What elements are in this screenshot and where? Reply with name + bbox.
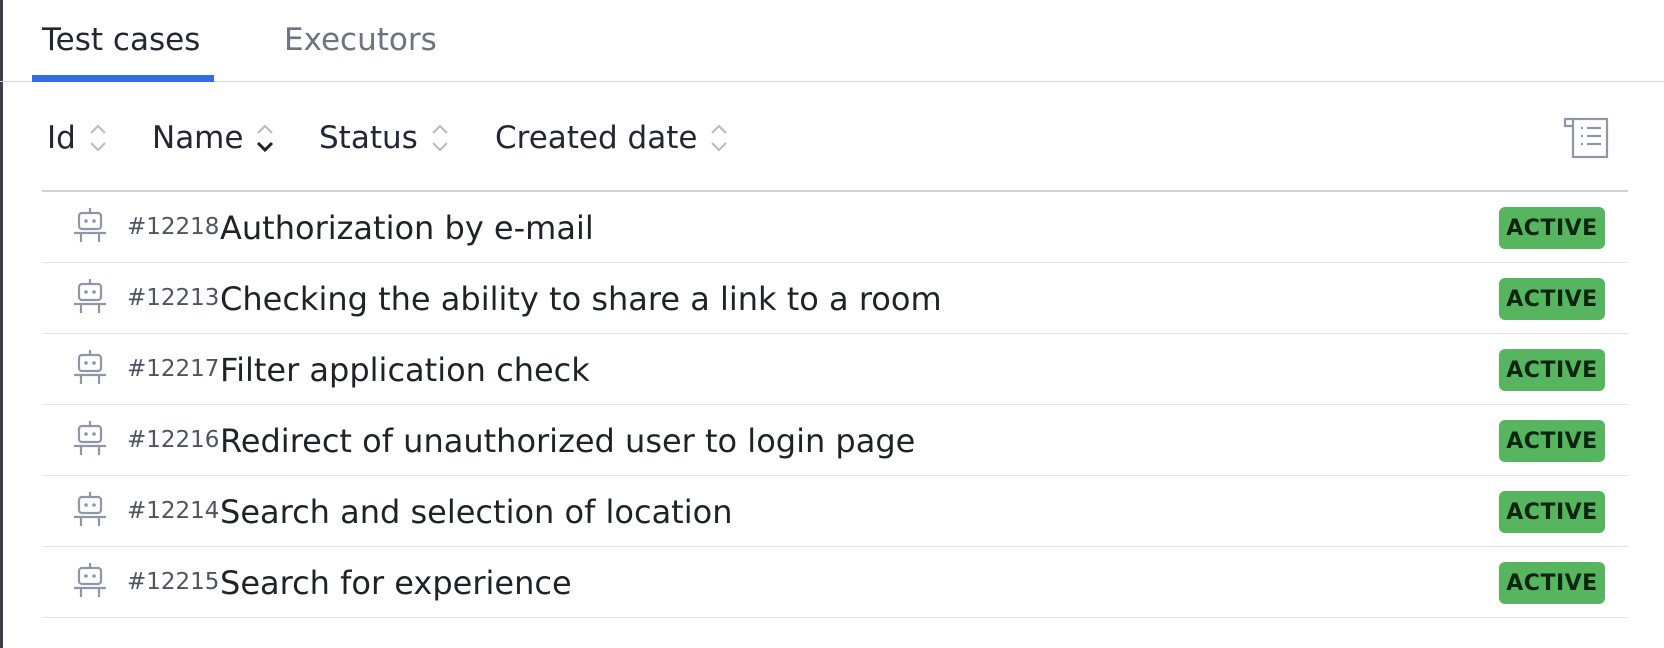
- table-row[interactable]: #12218 Authorization by e-mail ACTIVE: [42, 192, 1628, 263]
- robot-icon: [74, 350, 106, 384]
- table-row[interactable]: #12216 Redirect of unauthorized user to …: [42, 405, 1628, 476]
- test-case-id: #12216: [127, 427, 220, 453]
- test-case-name[interactable]: Search for experience: [220, 564, 572, 602]
- column-label-name: Name: [152, 120, 244, 156]
- robot-icon: [74, 563, 106, 597]
- robot-icon: [74, 208, 106, 242]
- table-row[interactable]: #12213 Checking the ability to share a l…: [42, 263, 1628, 334]
- robot-icon: [74, 421, 106, 455]
- status-badge: ACTIVE: [1499, 278, 1605, 320]
- left-border: [0, 0, 3, 648]
- column-settings-icon[interactable]: [1561, 112, 1611, 162]
- table-header: Id Name Status Created date: [42, 110, 1632, 170]
- status-badge: ACTIVE: [1499, 491, 1605, 533]
- table-row[interactable]: #12217 Filter application check ACTIVE: [42, 334, 1628, 405]
- tab-bar: Test cases Executors: [0, 0, 1664, 82]
- active-tab-indicator: [32, 75, 214, 82]
- status-badge: ACTIVE: [1499, 349, 1605, 391]
- test-case-name[interactable]: Filter application check: [220, 351, 590, 389]
- status-badge: ACTIVE: [1499, 420, 1605, 462]
- column-label-status: Status: [319, 120, 418, 156]
- status-badge: ACTIVE: [1499, 562, 1605, 604]
- test-case-id: #12215: [127, 569, 220, 595]
- test-case-name[interactable]: Redirect of unauthorized user to login p…: [220, 422, 915, 460]
- column-label-id: Id: [47, 120, 76, 156]
- test-case-list: #12218 Authorization by e-mail ACTIVE #1…: [42, 192, 1628, 618]
- tab-test-cases[interactable]: Test cases: [42, 18, 200, 62]
- tab-executors[interactable]: Executors: [284, 18, 437, 62]
- test-case-name[interactable]: Search and selection of location: [220, 493, 732, 531]
- column-header-id[interactable]: Id: [47, 110, 108, 166]
- robot-icon: [74, 279, 106, 313]
- sort-descending-icon[interactable]: [255, 121, 275, 155]
- column-label-created-date: Created date: [495, 120, 698, 156]
- test-case-id: #12213: [127, 285, 220, 311]
- test-case-id: #12217: [127, 356, 220, 382]
- table-row[interactable]: #12214 Search and selection of location …: [42, 476, 1628, 547]
- test-case-name[interactable]: Authorization by e-mail: [220, 209, 594, 247]
- test-case-id: #12214: [127, 498, 220, 524]
- sort-icon[interactable]: [709, 121, 729, 155]
- column-header-status[interactable]: Status: [319, 110, 450, 166]
- test-case-id: #12218: [127, 214, 220, 240]
- test-case-name[interactable]: Checking the ability to share a link to …: [220, 280, 942, 318]
- status-badge: ACTIVE: [1499, 207, 1605, 249]
- sort-icon[interactable]: [88, 121, 108, 155]
- column-header-name[interactable]: Name: [152, 110, 275, 166]
- robot-icon: [74, 492, 106, 526]
- sort-icon[interactable]: [430, 121, 450, 155]
- table-row[interactable]: #12215 Search for experience ACTIVE: [42, 547, 1628, 618]
- column-header-created-date[interactable]: Created date: [495, 110, 729, 166]
